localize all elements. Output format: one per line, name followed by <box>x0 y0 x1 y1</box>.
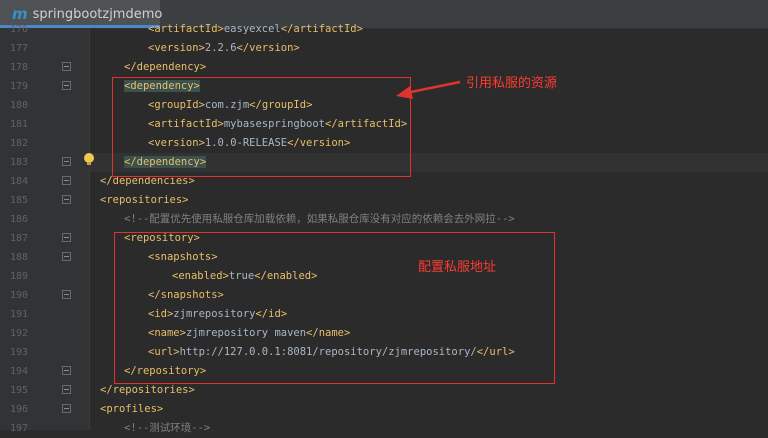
fold-toggle-icon[interactable] <box>62 176 71 185</box>
line-number: 191 <box>9 309 28 320</box>
line-number: 196 <box>9 404 28 415</box>
line-number: 176 <box>9 24 28 35</box>
line-number: 185 <box>9 195 28 206</box>
xml-tag: <repositories> <box>100 194 189 206</box>
xml-tag: <profiles> <box>100 403 164 415</box>
line-number: 181 <box>9 119 28 130</box>
line-number: 179 <box>9 81 28 92</box>
line-number: 178 <box>9 62 28 73</box>
line-number: 184 <box>9 176 28 187</box>
line-number: 182 <box>9 138 28 149</box>
fold-toggle-icon[interactable] <box>62 385 71 394</box>
annotation-arrow <box>396 80 461 99</box>
code-line[interactable]: <version>2.2.6</version> <box>148 39 300 58</box>
arrow-head <box>396 86 413 99</box>
editor-tab-bar: m springbootzjmdemo <box>0 0 768 29</box>
tab-title: springbootzjmdemo <box>32 6 163 22</box>
dependency-highlight-box <box>112 77 411 177</box>
arrow-shaft <box>405 80 461 95</box>
code-line[interactable]: <repositories> <box>100 191 189 210</box>
xml-tag: </repositories> <box>100 384 195 396</box>
line-number: 183 <box>9 157 28 168</box>
fold-toggle-icon[interactable] <box>62 233 71 242</box>
code-line[interactable]: <!--测试环境--> <box>124 419 210 438</box>
repository-highlight-box <box>114 232 555 384</box>
code-line[interactable]: <!--配置优先使用私服仓库加载依赖，如果私服仓库没有对应的依赖会去外网拉--> <box>124 210 515 229</box>
fold-toggle-icon[interactable] <box>62 157 71 166</box>
xml-text: 2.2.6 <box>204 42 237 54</box>
xml-tag: <artifactId> <box>148 23 224 35</box>
fold-toggle-icon[interactable] <box>62 62 71 71</box>
dependency-annotation: 引用私服的资源 <box>466 76 558 91</box>
fold-toggle-icon[interactable] <box>62 366 71 375</box>
xml-text: easyexcel <box>223 23 281 35</box>
line-number: 177 <box>9 43 28 54</box>
xml-comment: <!--测试环境--> <box>124 422 211 434</box>
fold-toggle-icon[interactable] <box>62 404 71 413</box>
fold-toggle-icon[interactable] <box>62 290 71 299</box>
xml-tag: </artifactId> <box>280 23 363 35</box>
code-line[interactable]: <profiles> <box>100 400 163 419</box>
xml-tag: <version> <box>148 42 205 54</box>
xml-tag: </dependency> <box>124 61 207 73</box>
lightbulb-icon[interactable] <box>84 153 94 165</box>
repository-annotation: 配置私服地址 <box>418 260 497 275</box>
fold-toggle-icon[interactable] <box>62 81 71 90</box>
code-line[interactable]: </dependency> <box>124 58 206 77</box>
line-number: 180 <box>9 100 28 111</box>
fold-toggle-icon[interactable] <box>62 252 71 261</box>
gutter-divider <box>89 28 90 430</box>
line-number: 187 <box>9 233 28 244</box>
xml-comment: <!--配置优先使用私服仓库加载依赖，如果私服仓库没有对应的依赖会去外网拉--> <box>124 213 515 225</box>
code-line[interactable]: <artifactId>easyexcel</artifactId> <box>148 20 363 39</box>
line-number: 194 <box>9 366 28 377</box>
line-number: 189 <box>9 271 28 282</box>
fold-toggle-icon[interactable] <box>62 195 71 204</box>
line-number: 190 <box>9 290 28 301</box>
line-number: 195 <box>9 385 28 396</box>
line-number: 197 <box>9 423 28 434</box>
line-number: 192 <box>9 328 28 339</box>
line-number: 186 <box>9 214 28 225</box>
line-number: 193 <box>9 347 28 358</box>
xml-tag: </version> <box>236 42 300 54</box>
line-number: 188 <box>9 252 28 263</box>
